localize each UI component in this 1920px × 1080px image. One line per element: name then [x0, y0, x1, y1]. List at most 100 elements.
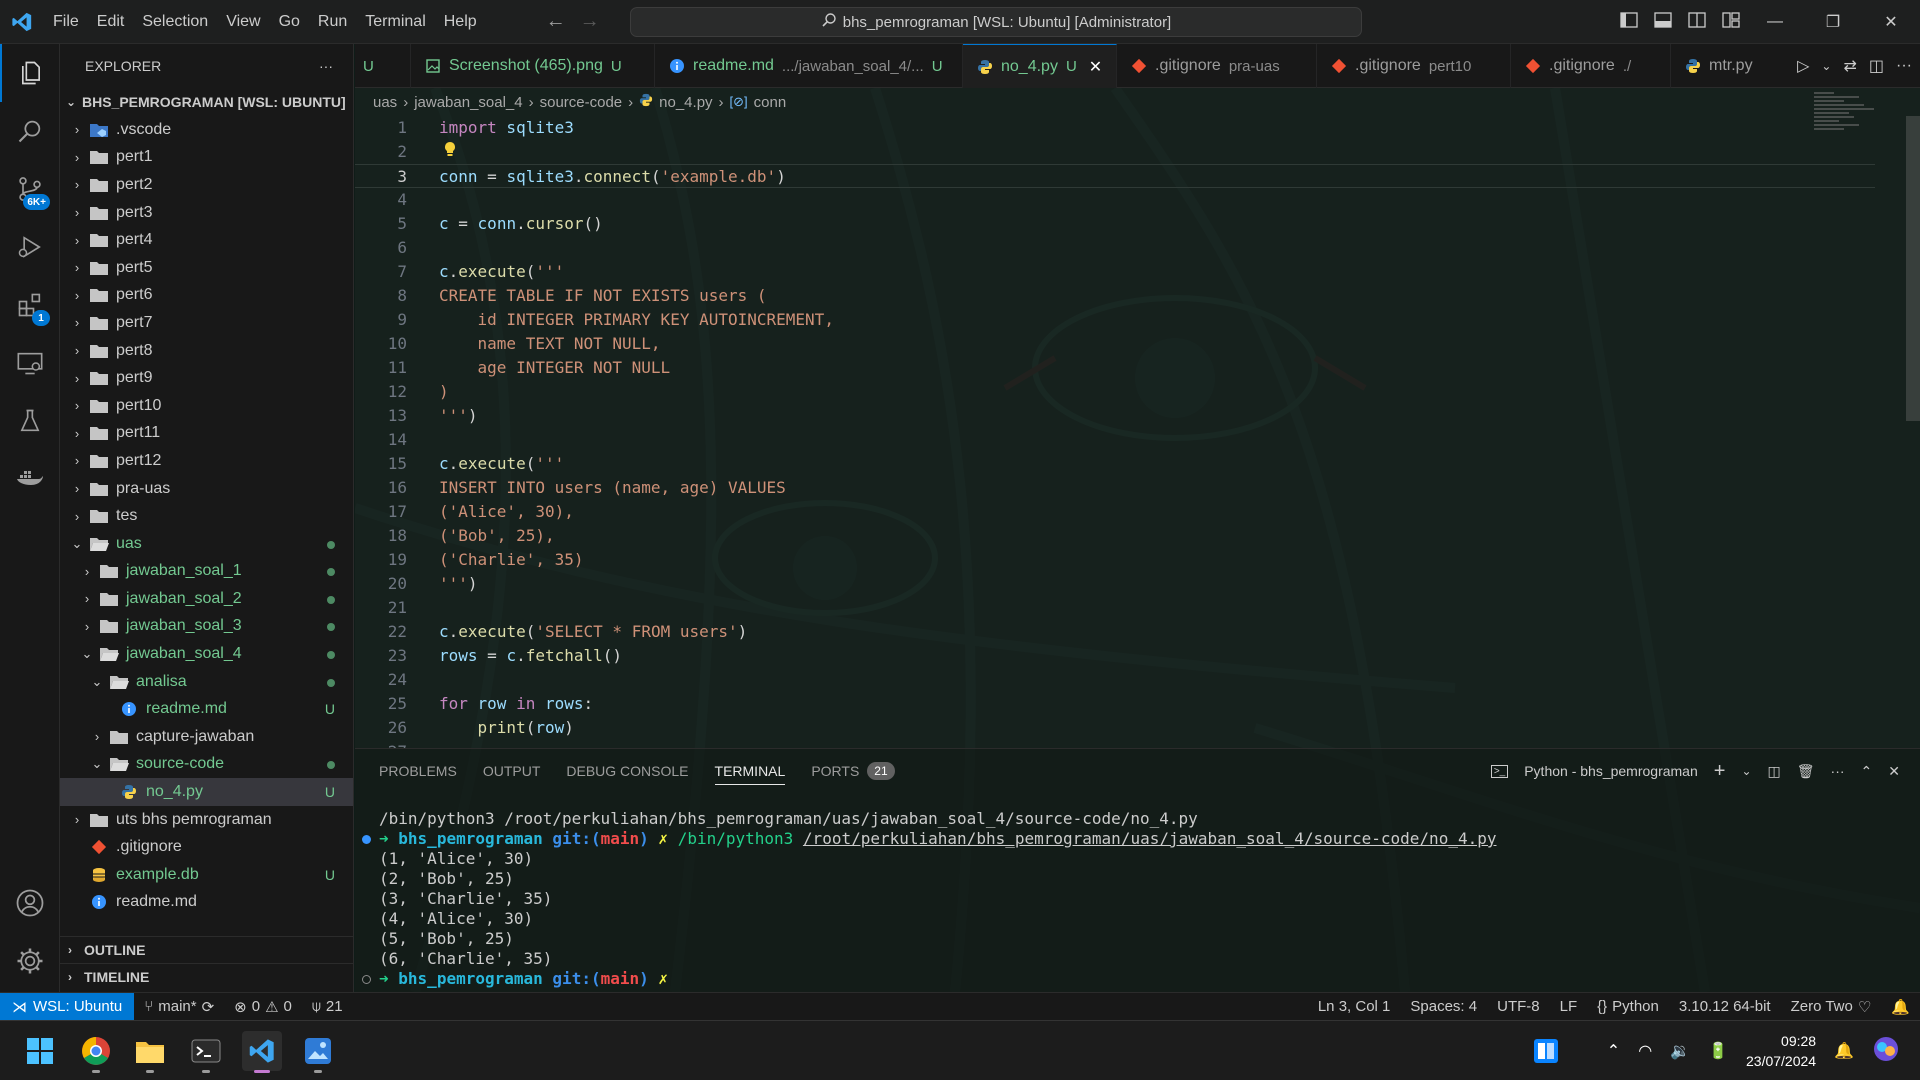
- menu-go[interactable]: Go: [270, 0, 309, 44]
- extensions-icon[interactable]: 1: [0, 276, 60, 334]
- menu-edit[interactable]: Edit: [88, 0, 134, 44]
- menu-selection[interactable]: Selection: [133, 0, 217, 44]
- source-control-icon[interactable]: 6K+: [0, 160, 60, 218]
- clock[interactable]: 09:28 23/07/2024: [1746, 1031, 1816, 1071]
- tree-item[interactable]: › pert5: [60, 254, 353, 282]
- tree-item[interactable]: no_4.py U: [60, 778, 353, 806]
- customize-layout-icon[interactable]: [1722, 11, 1740, 33]
- sync-icon[interactable]: ⟳: [202, 998, 215, 1016]
- toggle-panel-icon[interactable]: [1654, 11, 1672, 33]
- tree-item[interactable]: ⌄ uas: [60, 530, 353, 558]
- end-of-line[interactable]: LF: [1550, 998, 1588, 1015]
- cursor-position[interactable]: Ln 3, Col 1: [1308, 998, 1401, 1015]
- menu-terminal[interactable]: Terminal: [356, 0, 434, 44]
- tree-item[interactable]: › pert4: [60, 226, 353, 254]
- split-terminal-icon[interactable]: ◫: [1768, 763, 1781, 780]
- notification-bell-icon[interactable]: 🔔: [1834, 1041, 1854, 1061]
- chevron-down-icon[interactable]: ⌄: [1821, 59, 1831, 73]
- settings-gear-icon[interactable]: [0, 932, 60, 990]
- breadcrumb-item[interactable]: conn: [754, 94, 787, 111]
- indentation[interactable]: Spaces: 4: [1400, 998, 1487, 1015]
- tab-output[interactable]: OUTPUT: [483, 749, 541, 793]
- branch-indicator[interactable]: ⑂ main* ⟳: [134, 998, 224, 1016]
- tree-item[interactable]: › pert9: [60, 364, 353, 392]
- minimize-icon[interactable]: —: [1746, 0, 1804, 44]
- tree-item[interactable]: example.db U: [60, 861, 353, 889]
- trash-icon[interactable]: 🗑: [1797, 763, 1815, 780]
- volume-icon[interactable]: 🔉: [1670, 1041, 1690, 1061]
- tree-item[interactable]: readme.md: [60, 889, 353, 917]
- maximize-panel-icon[interactable]: ⌃: [1861, 763, 1873, 780]
- tree-item[interactable]: › jawaban_soal_3: [60, 613, 353, 641]
- command-center[interactable]: bhs_pemrograman [WSL: Ubuntu] [Administr…: [630, 7, 1362, 37]
- restore-icon[interactable]: ❐: [1804, 0, 1862, 44]
- workspace-root[interactable]: ⌄ BHS_PEMROGRAMAN [WSL: UBUNTU]: [60, 88, 353, 116]
- tree-item[interactable]: .gitignore: [60, 833, 353, 861]
- tree-item[interactable]: › pert7: [60, 309, 353, 337]
- prompt-path-link[interactable]: /root/perkuliahan/bhs_pemrograman/uas/ja…: [803, 829, 1497, 848]
- copilot-icon[interactable]: [1872, 1035, 1900, 1068]
- run-debug-icon[interactable]: [0, 218, 60, 276]
- tree-item[interactable]: › jawaban_soal_2: [60, 585, 353, 613]
- tab-problems[interactable]: PROBLEMS: [379, 749, 457, 793]
- breadcrumb-item[interactable]: no_4.py: [659, 94, 712, 111]
- editor-scrollbar[interactable]: [1906, 116, 1920, 421]
- chevron-down-icon[interactable]: ⌄: [1741, 764, 1751, 778]
- tree-item[interactable]: › uts bhs pemrograman: [60, 806, 353, 834]
- tree-item[interactable]: readme.md U: [60, 695, 353, 723]
- compare-changes-icon[interactable]: ⇄: [1843, 56, 1856, 76]
- tree-item[interactable]: › .vscode: [60, 116, 353, 144]
- tab-screenshot[interactable]: Screenshot (465).png U: [411, 44, 655, 88]
- more-actions-icon[interactable]: ···: [319, 58, 333, 74]
- battery-icon[interactable]: 🔋: [1708, 1041, 1728, 1061]
- close-panel-icon[interactable]: ✕: [1888, 763, 1900, 780]
- problems-indicator[interactable]: ⊗ 0 ⚠ 0: [224, 998, 302, 1016]
- tab-terminal[interactable]: TERMINAL: [714, 749, 785, 793]
- menu-run[interactable]: Run: [309, 0, 356, 44]
- encoding[interactable]: UTF-8: [1487, 998, 1550, 1015]
- chrome-icon[interactable]: [76, 1031, 116, 1073]
- tree-item[interactable]: › pert1: [60, 144, 353, 172]
- widget-app-icon[interactable]: [1526, 1031, 1566, 1071]
- wifi-icon[interactable]: ◠: [1638, 1041, 1652, 1061]
- toggle-secondary-sidebar-icon[interactable]: [1688, 11, 1706, 33]
- language-mode[interactable]: {} Python: [1587, 998, 1669, 1015]
- tree-item[interactable]: › pra-uas: [60, 475, 353, 503]
- tree-item[interactable]: › pert10: [60, 392, 353, 420]
- tab-gitignore-pra-uas[interactable]: .gitignore pra-uas: [1117, 44, 1317, 88]
- split-editor-icon[interactable]: ◫: [1869, 56, 1884, 76]
- tree-item[interactable]: › pert3: [60, 199, 353, 227]
- forward-arrow-icon[interactable]: →: [580, 10, 600, 33]
- code-area[interactable]: 1 import sqlite3 2 3 conn = sqlite3.connec…: [355, 116, 1895, 748]
- tree-item[interactable]: › pert12: [60, 447, 353, 475]
- tab-ports[interactable]: PORTS 21: [811, 749, 895, 793]
- vscode-taskbar-icon[interactable]: [242, 1031, 282, 1073]
- toggle-primary-sidebar-icon[interactable]: [1620, 11, 1638, 33]
- tree-item[interactable]: ⌄ jawaban_soal_4: [60, 640, 353, 668]
- menu-help[interactable]: Help: [435, 0, 486, 44]
- close-window-icon[interactable]: ✕: [1862, 0, 1920, 44]
- more-actions-icon[interactable]: ···: [1896, 57, 1912, 75]
- windows-terminal-icon[interactable]: [186, 1031, 226, 1073]
- notifications-bell-icon[interactable]: 🔔: [1881, 998, 1920, 1016]
- tree-item[interactable]: ⌄ source-code: [60, 751, 353, 779]
- lightbulb-icon[interactable]: [443, 140, 457, 164]
- command-success-dot[interactable]: [362, 835, 371, 844]
- outline-section[interactable]: › OUTLINE: [60, 936, 354, 963]
- more-actions-icon[interactable]: ···: [1831, 763, 1845, 779]
- breadcrumb-item[interactable]: jawaban_soal_4: [414, 94, 522, 111]
- windows-start-icon[interactable]: [20, 1031, 60, 1071]
- tab-mtr-py[interactable]: mtr.py: [1671, 44, 1773, 88]
- back-arrow-icon[interactable]: ←: [546, 10, 566, 33]
- tree-item[interactable]: › tes: [60, 502, 353, 530]
- tree-item[interactable]: › pert8: [60, 337, 353, 365]
- docker-icon[interactable]: [0, 450, 60, 508]
- search-activity-icon[interactable]: [0, 102, 60, 160]
- accounts-icon[interactable]: [0, 874, 60, 932]
- tree-item[interactable]: › capture-jawaban: [60, 723, 353, 751]
- explorer-icon[interactable]: [0, 44, 60, 102]
- tree-item[interactable]: › pert11: [60, 420, 353, 448]
- tab-no-4-py[interactable]: no_4.py U ✕: [963, 44, 1117, 88]
- chevron-up-icon[interactable]: ⌃: [1607, 1041, 1620, 1061]
- close-tab-icon[interactable]: ✕: [1089, 57, 1102, 77]
